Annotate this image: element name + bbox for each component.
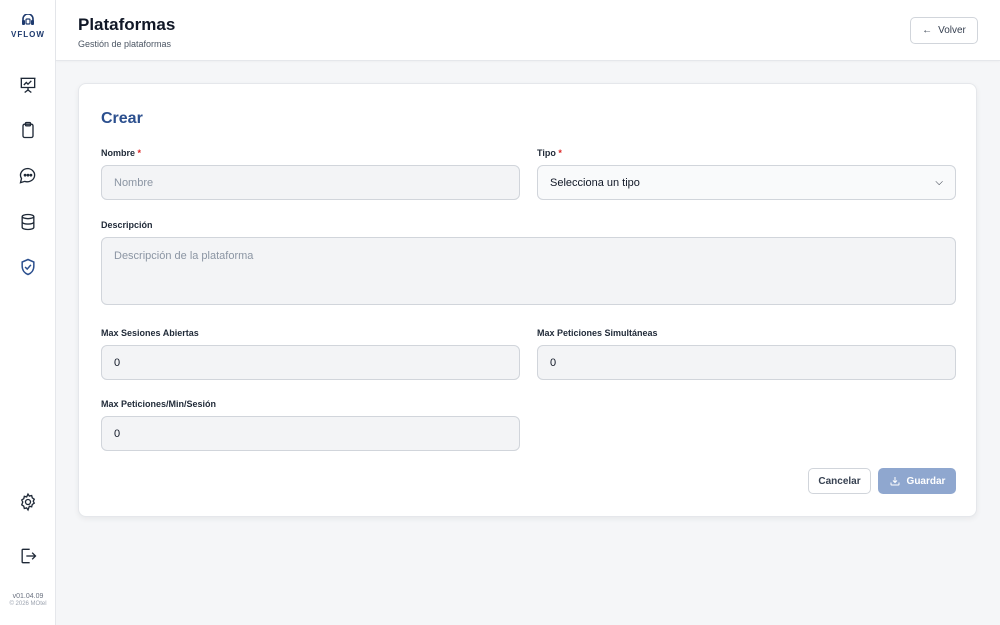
back-button[interactable]: ← Volver	[910, 17, 978, 44]
max-peticiones-simultaneas-input[interactable]: 0	[537, 345, 956, 380]
descripcion-label: Descripción	[101, 220, 153, 230]
required-mark: *	[558, 148, 562, 158]
sidebar-item-messages[interactable]	[14, 162, 42, 190]
sidebar-item-logout[interactable]	[14, 542, 42, 570]
max-peticiones-min-input[interactable]: 0	[101, 416, 520, 451]
sidebar-item-tasks[interactable]	[14, 116, 42, 144]
page-subtitle: Gestión de plataformas	[78, 39, 172, 49]
required-mark: *	[137, 148, 142, 158]
form-title: Crear	[101, 110, 143, 127]
sidebar-item-settings[interactable]	[14, 488, 42, 516]
save-button[interactable]: Guardar	[878, 468, 956, 494]
sidebar-item-dashboard[interactable]	[14, 71, 42, 99]
copyright-text: © 2026 MOtel	[9, 601, 47, 607]
database-icon	[21, 213, 35, 231]
page-title: Plataformas	[78, 15, 176, 34]
max-peticiones-simultaneas-label: Max Peticiones Simultáneas	[537, 328, 658, 338]
chevron-down-icon: ⌵	[935, 177, 943, 188]
sidebar-item-database[interactable]	[14, 208, 42, 236]
descripcion-textarea[interactable]: Descripción de la plataforma	[101, 237, 956, 305]
nombre-input[interactable]: Nombre	[101, 165, 520, 200]
gear-icon	[20, 492, 36, 512]
shield-check-icon	[21, 258, 35, 276]
tipo-label: Tipo *	[537, 148, 562, 158]
sidebar: VFLOW v01.04.09 © 2026 MOtel	[0, 0, 56, 625]
version-info: v01.04.09 © 2026 MOtel	[0, 593, 56, 607]
tipo-select[interactable]: Selecciona un tipo ⌵	[537, 165, 956, 200]
brand-logo[interactable]: VFLOW	[0, 14, 56, 39]
max-peticiones-min-label: Max Peticiones/Min/Sesión	[101, 399, 217, 409]
create-platform-card: Crear Nombre * Nombre Tipo * Selecciona …	[78, 83, 977, 517]
back-button-label: Volver	[938, 25, 966, 36]
tipo-select-value: Selecciona un tipo	[550, 176, 640, 189]
nombre-label: Nombre *	[101, 148, 142, 158]
cancel-button[interactable]: Cancelar	[808, 468, 871, 494]
headset-icon	[22, 14, 34, 25]
max-sesiones-label: Max Sesiones Abiertas	[101, 328, 199, 338]
chat-bubble-icon	[19, 167, 36, 184]
version-number: v01.04.09	[12, 593, 44, 600]
max-sesiones-input[interactable]: 0	[101, 345, 520, 380]
arrow-left-icon: ←	[922, 25, 933, 36]
page-header: Plataformas Gestión de plataformas ← Vol…	[56, 0, 1000, 61]
clipboard-icon	[22, 121, 34, 139]
sidebar-item-platforms[interactable]	[14, 253, 42, 281]
save-button-label: Guardar	[906, 475, 946, 487]
logout-icon	[21, 548, 37, 564]
save-download-icon	[890, 477, 900, 486]
presentation-chart-icon	[20, 77, 36, 94]
brand-name: VFLOW	[11, 30, 45, 39]
